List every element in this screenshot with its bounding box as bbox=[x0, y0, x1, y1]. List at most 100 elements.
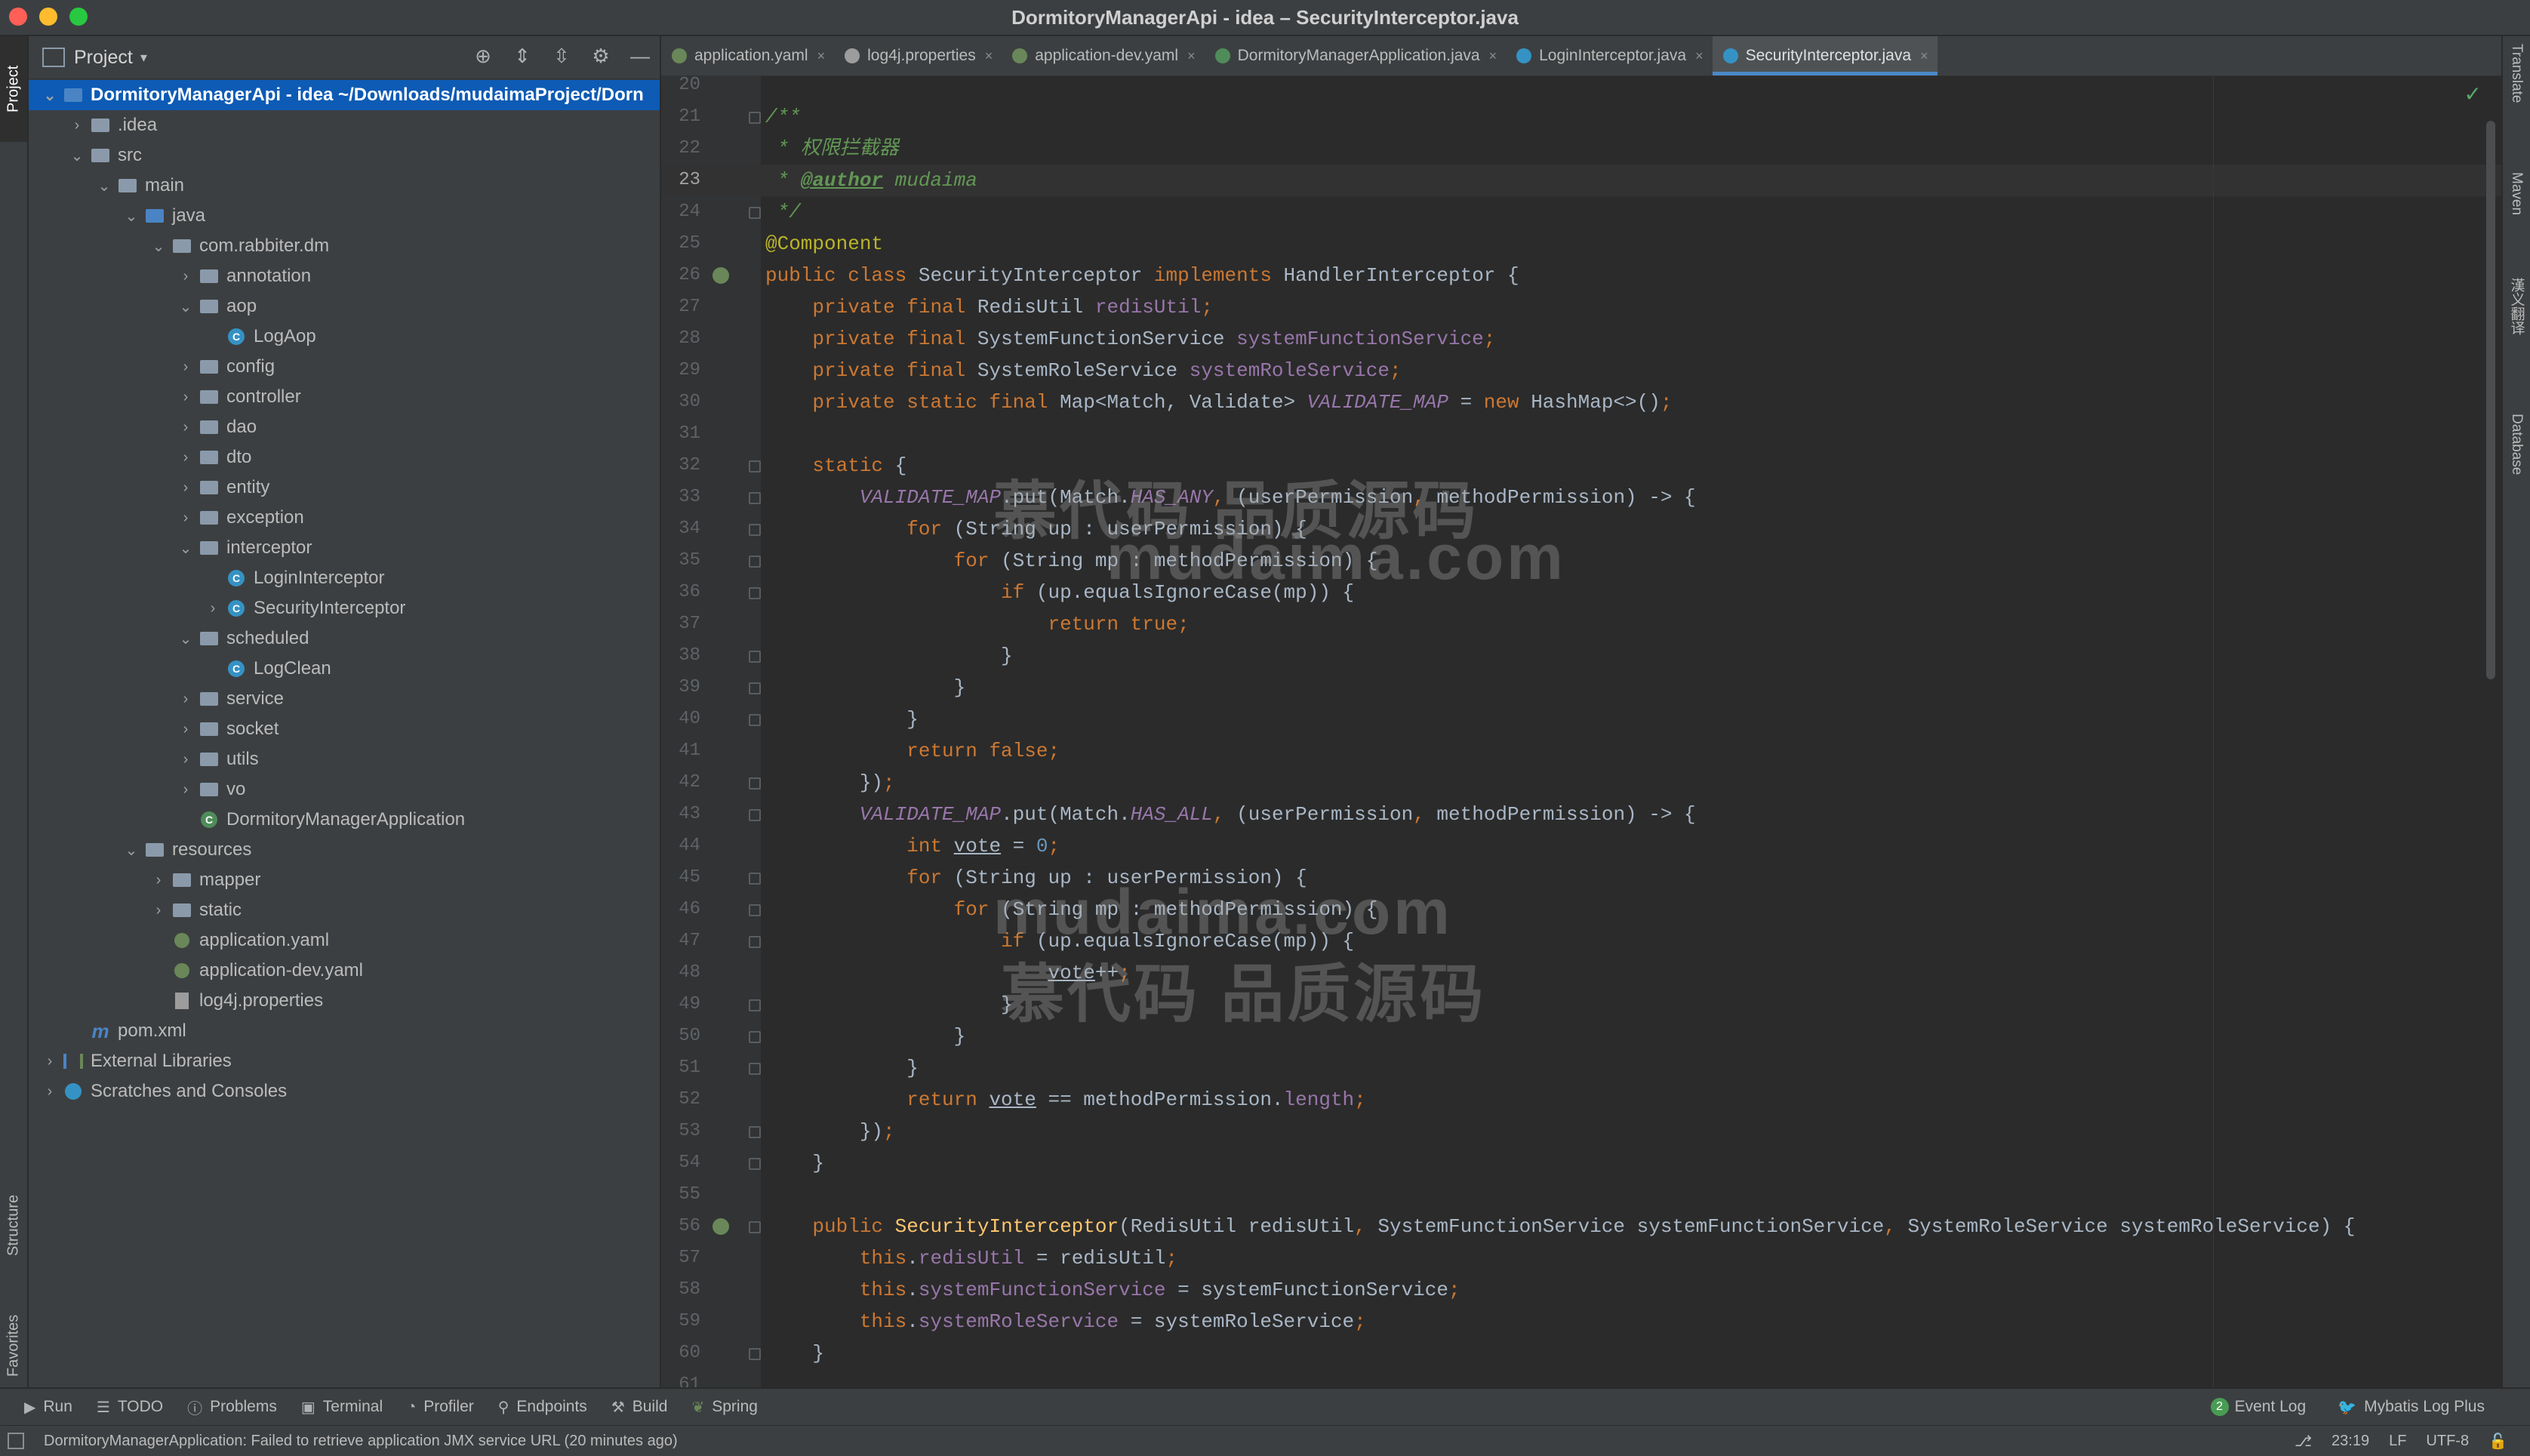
fold-marker-icon[interactable] bbox=[749, 1063, 761, 1075]
chevron-right-icon[interactable]: › bbox=[68, 117, 86, 134]
chevron-down-icon[interactable]: ⌄ bbox=[95, 177, 113, 195]
project-tool-tab[interactable]: Project bbox=[0, 36, 27, 142]
code-line[interactable]: 44 int vote = 0; bbox=[661, 830, 2501, 862]
code-line[interactable]: 41 return false; bbox=[661, 735, 2501, 767]
tree-item[interactable]: C LoginInterceptor bbox=[29, 563, 660, 593]
code-line[interactable]: 23 * @author mudaima bbox=[661, 165, 2501, 196]
code-line[interactable]: 50 } bbox=[661, 1020, 2501, 1052]
code-line[interactable]: 43 VALIDATE_MAP.put(Match.HAS_ALL, (user… bbox=[661, 799, 2501, 830]
tree-item[interactable]: C DormitoryManagerApplication bbox=[29, 805, 660, 835]
tree-item[interactable]: › annotation bbox=[29, 261, 660, 291]
collapse-all-icon[interactable]: ⇳ bbox=[549, 44, 574, 68]
lock-icon[interactable]: 🔓 bbox=[2488, 1432, 2507, 1451]
tree-item[interactable]: ⌄ interceptor bbox=[29, 533, 660, 563]
fanyi-tool-tab[interactable]: 漢义翻译 bbox=[2503, 278, 2530, 406]
code-line[interactable]: 36 if (up.equalsIgnoreCase(mp)) { bbox=[661, 577, 2501, 608]
code-line[interactable]: 21 /** bbox=[661, 101, 2501, 133]
chevron-down-icon[interactable]: ⌄ bbox=[122, 841, 140, 860]
chevron-down-icon[interactable]: ▾ bbox=[140, 50, 147, 66]
chevron-down-icon[interactable]: ⌄ bbox=[177, 629, 195, 648]
chevron-right-icon[interactable]: › bbox=[41, 1083, 59, 1100]
fold-marker-icon[interactable] bbox=[749, 999, 761, 1011]
chevron-right-icon[interactable]: › bbox=[204, 600, 222, 617]
translate-tool-tab[interactable]: Translate bbox=[2503, 44, 2530, 157]
code-area[interactable]: 20 21/** 22 * 权限拦截器 23 * @author mudaima 24 … bbox=[661, 75, 2501, 1387]
tree-item[interactable]: › utils bbox=[29, 744, 660, 774]
tree-item[interactable]: application-dev.yaml bbox=[29, 956, 660, 986]
code-line[interactable]: 22 * 权限拦截器 bbox=[661, 133, 2501, 165]
fold-marker-icon[interactable] bbox=[749, 207, 761, 219]
code-line[interactable]: 27 private final RedisUtil redisUtil; bbox=[661, 291, 2501, 323]
code-line[interactable]: 61 bbox=[661, 1369, 2501, 1387]
fold-marker-icon[interactable] bbox=[749, 1031, 761, 1043]
chevron-right-icon[interactable]: › bbox=[177, 359, 195, 376]
gear-icon[interactable]: ⚙ bbox=[589, 44, 613, 68]
chevron-right-icon[interactable]: › bbox=[177, 479, 195, 497]
tree-item[interactable]: › vo bbox=[29, 774, 660, 805]
fold-marker-icon[interactable] bbox=[749, 1348, 761, 1360]
editor-tab[interactable]: log4j.properties × bbox=[834, 36, 1002, 75]
chevron-right-icon[interactable]: › bbox=[177, 268, 195, 285]
code-line[interactable]: 52 return vote == methodPermission.lengt… bbox=[661, 1084, 2501, 1116]
tree-item[interactable]: ⌄ com.rabbiter.dm bbox=[29, 231, 660, 261]
chevron-down-icon[interactable]: ⌄ bbox=[68, 146, 86, 165]
chevron-down-icon[interactable]: ⌄ bbox=[177, 539, 195, 558]
tree-item[interactable]: › exception bbox=[29, 503, 660, 533]
chevron-right-icon[interactable]: › bbox=[177, 781, 195, 799]
code-line[interactable]: 32 static { bbox=[661, 450, 2501, 482]
tree-item[interactable]: › dto bbox=[29, 442, 660, 473]
project-view-selector[interactable]: Project bbox=[74, 47, 133, 69]
tree-item[interactable]: › service bbox=[29, 684, 660, 714]
fold-marker-icon[interactable] bbox=[749, 587, 761, 599]
spring-bean-icon[interactable] bbox=[713, 267, 729, 284]
spring-bean-icon[interactable] bbox=[713, 1218, 729, 1235]
tree-item[interactable]: ⌄ scheduled bbox=[29, 623, 660, 654]
code-line[interactable]: 39 } bbox=[661, 672, 2501, 703]
close-icon[interactable]: × bbox=[985, 48, 993, 64]
code-line[interactable]: 58 this.systemFunctionService = systemFu… bbox=[661, 1274, 2501, 1306]
code-line[interactable]: 24 */ bbox=[661, 196, 2501, 228]
code-line[interactable]: 48 vote++; bbox=[661, 957, 2501, 989]
chevron-right-icon[interactable]: › bbox=[149, 872, 168, 889]
chevron-right-icon[interactable]: › bbox=[41, 1053, 59, 1070]
profiler-tool-button[interactable]: ◔ Profiler bbox=[407, 1398, 474, 1416]
chevron-down-icon[interactable]: ⌄ bbox=[149, 237, 168, 256]
code-line[interactable]: 29 private final SystemRoleService syste… bbox=[661, 355, 2501, 386]
code-line[interactable]: 26 public class SecurityInterceptor imple… bbox=[661, 260, 2501, 291]
close-icon[interactable]: × bbox=[817, 48, 826, 64]
code-line[interactable]: 38 } bbox=[661, 640, 2501, 672]
fold-marker-icon[interactable] bbox=[749, 904, 761, 916]
code-line[interactable]: 31 bbox=[661, 418, 2501, 450]
chevron-right-icon[interactable]: › bbox=[177, 389, 195, 406]
tree-item[interactable]: › controller bbox=[29, 382, 660, 412]
fold-marker-icon[interactable] bbox=[749, 1158, 761, 1170]
code-line[interactable]: 25 @Component bbox=[661, 228, 2501, 260]
caret-position[interactable]: 23:19 bbox=[2331, 1433, 2369, 1450]
spring-tool-button[interactable]: ❦ Spring bbox=[691, 1398, 757, 1417]
fold-marker-icon[interactable] bbox=[749, 714, 761, 726]
chevron-down-icon[interactable]: ⌄ bbox=[177, 297, 195, 316]
close-icon[interactable]: × bbox=[1920, 48, 1928, 64]
fold-marker-icon[interactable] bbox=[749, 112, 761, 124]
close-icon[interactable]: × bbox=[1489, 48, 1497, 64]
tree-item[interactable]: › config bbox=[29, 352, 660, 382]
tree-item[interactable]: › dao bbox=[29, 412, 660, 442]
fold-marker-icon[interactable] bbox=[749, 936, 761, 948]
tree-item[interactable]: › entity bbox=[29, 473, 660, 503]
inspection-ok-icon[interactable]: ✓ bbox=[2464, 82, 2482, 106]
tree-item[interactable]: ⌄ DormitoryManagerApi - idea ~/Downloads/… bbox=[29, 80, 660, 110]
close-icon[interactable]: × bbox=[1695, 48, 1704, 64]
code-line[interactable]: 37 return true; bbox=[661, 608, 2501, 640]
tree-item[interactable]: application.yaml bbox=[29, 925, 660, 956]
fold-marker-icon[interactable] bbox=[749, 651, 761, 663]
tree-item[interactable]: m pom.xml bbox=[29, 1016, 660, 1046]
event-log-button[interactable]: 2 Event Log bbox=[2210, 1398, 2306, 1416]
mybatis-log-button[interactable]: 🐦 Mybatis Log Plus bbox=[2338, 1398, 2485, 1417]
line-separator[interactable]: LF bbox=[2389, 1433, 2406, 1450]
chevron-down-icon[interactable]: ⌄ bbox=[41, 86, 59, 105]
fold-marker-icon[interactable] bbox=[749, 777, 761, 790]
fold-marker-icon[interactable] bbox=[749, 873, 761, 885]
code-line[interactable]: 51 } bbox=[661, 1052, 2501, 1084]
chevron-right-icon[interactable]: › bbox=[177, 419, 195, 436]
run-tool-button[interactable]: ▶ Run bbox=[24, 1398, 72, 1417]
